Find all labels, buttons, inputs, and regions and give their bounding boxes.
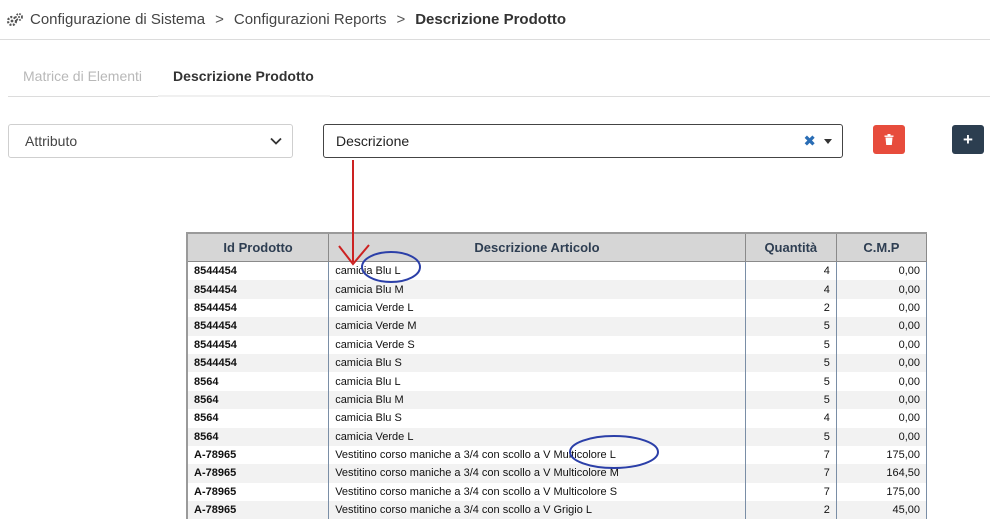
table-row: 8544454 camicia Blu S 5 0,00 — [187, 353, 928, 373]
cell-cmp: 0,00 — [836, 353, 928, 373]
table-header-row: Id Prodotto Descrizione Articolo Quantit… — [187, 232, 928, 262]
cell-id: 8544454 — [187, 298, 330, 318]
table-row: 8564 camicia Verde L 5 0,00 — [187, 427, 928, 446]
cell-cmp: 175,00 — [836, 445, 928, 465]
attribute-select[interactable]: Attributo — [8, 124, 293, 158]
cell-cmp: 0,00 — [836, 298, 928, 318]
cell-quantity: 5 — [745, 335, 837, 354]
cell-id: A-78965 — [187, 501, 330, 520]
clear-icon[interactable]: ✖ — [803, 132, 816, 150]
cell-quantity: 7 — [745, 445, 837, 465]
cell-id: 8544454 — [187, 317, 330, 336]
table-row: 8564 camicia Blu L 5 0,00 — [187, 372, 928, 391]
table-row: 8544454 camicia Blu L 4 0,00 — [187, 261, 928, 281]
cell-description: camicia Blu M — [328, 390, 746, 410]
breadcrumb-current: Descrizione Prodotto — [415, 11, 567, 28]
cell-quantity: 5 — [745, 353, 837, 373]
cell-cmp: 0,00 — [836, 427, 928, 446]
description-select-value: Descrizione — [336, 133, 410, 149]
gears-icon — [6, 12, 23, 26]
breadcrumb-item-system-config[interactable]: Configurazione di Sistema — [30, 11, 205, 28]
cell-description: Vestitino corso maniche a 3/4 con scollo… — [328, 501, 746, 520]
tab-matrice-elementi[interactable]: Matrice di Elementi — [8, 56, 158, 97]
cell-cmp: 0,00 — [836, 390, 928, 410]
cell-id: 8564 — [187, 409, 330, 428]
trash-icon — [884, 134, 894, 145]
header-cmp: C.M.P — [836, 232, 928, 262]
delete-button[interactable] — [873, 125, 905, 154]
cell-cmp: 45,00 — [836, 501, 928, 520]
cell-cmp: 0,00 — [836, 335, 928, 354]
cell-cmp: 0,00 — [836, 409, 928, 428]
cell-quantity: 7 — [745, 464, 837, 483]
table-row: 8544454 camicia Verde S 5 0,00 — [187, 335, 928, 354]
report-table: Id Prodotto Descrizione Articolo Quantit… — [186, 232, 928, 520]
cell-cmp: 0,00 — [836, 372, 928, 391]
cell-quantity: 5 — [745, 372, 837, 391]
table-row: A-78965 Vestitino corso maniche a 3/4 co… — [187, 501, 928, 520]
cell-cmp: 0,00 — [836, 261, 928, 281]
table-row: 8544454 camicia Verde L 2 0,00 — [187, 298, 928, 318]
table-row: 8544454 camicia Verde M 5 0,00 — [187, 317, 928, 336]
breadcrumb-item-reports-config[interactable]: Configurazioni Reports — [234, 11, 387, 28]
cell-quantity: 7 — [745, 482, 837, 502]
description-select[interactable]: Descrizione ✖ — [323, 124, 843, 158]
cell-description: camicia Blu M — [328, 280, 746, 299]
cell-description: camicia Verde L — [328, 427, 746, 446]
cell-description: camicia Blu S — [328, 409, 746, 428]
cell-quantity: 4 — [745, 261, 837, 281]
cell-cmp: 0,00 — [836, 280, 928, 299]
cell-id: 8544454 — [187, 261, 330, 281]
plus-icon: + — [963, 129, 973, 149]
cell-id: 8544454 — [187, 353, 330, 373]
chevron-down-icon — [270, 137, 282, 145]
cell-description: camicia Verde L — [328, 298, 746, 318]
cell-description: camicia Blu L — [328, 261, 746, 281]
table-row: A-78965 Vestitino corso maniche a 3/4 co… — [187, 445, 928, 465]
cell-quantity: 5 — [745, 427, 837, 446]
cell-id: 8564 — [187, 427, 330, 446]
table-row: A-78965 Vestitino corso maniche a 3/4 co… — [187, 482, 928, 502]
attribute-select-value: Attributo — [25, 133, 78, 149]
cell-id: 8544454 — [187, 280, 330, 299]
cell-quantity: 5 — [745, 390, 837, 410]
cell-description: camicia Blu S — [328, 353, 746, 373]
table-row: 8564 camicia Blu M 5 0,00 — [187, 390, 928, 410]
cell-description: Vestitino corso maniche a 3/4 con scollo… — [328, 445, 746, 465]
breadcrumb-separator: > — [396, 11, 406, 28]
header-quantita: Quantità — [745, 232, 837, 262]
cell-quantity: 5 — [745, 317, 837, 336]
cell-quantity: 2 — [745, 501, 837, 520]
cell-quantity: 4 — [745, 280, 837, 299]
table-row: A-78965 Vestitino corso maniche a 3/4 co… — [187, 464, 928, 483]
tab-descrizione-prodotto[interactable]: Descrizione Prodotto — [158, 56, 330, 97]
cell-description: Vestitino corso maniche a 3/4 con scollo… — [328, 464, 746, 483]
cell-description: Vestitino corso maniche a 3/4 con scollo… — [328, 482, 746, 502]
table-row: 8564 camicia Blu S 4 0,00 — [187, 409, 928, 428]
cell-cmp: 175,00 — [836, 482, 928, 502]
page: Configurazione di Sistema > Configurazio… — [0, 0, 990, 524]
cell-id: 8564 — [187, 390, 330, 410]
cell-cmp: 0,00 — [836, 317, 928, 336]
cell-cmp: 164,50 — [836, 464, 928, 483]
header-id-prodotto: Id Prodotto — [187, 232, 330, 262]
cell-description: camicia Verde S — [328, 335, 746, 354]
cell-quantity: 4 — [745, 409, 837, 428]
cell-id: A-78965 — [187, 464, 330, 483]
cell-id: 8544454 — [187, 335, 330, 354]
add-button[interactable]: + — [952, 125, 984, 154]
table-row: 8544454 camicia Blu M 4 0,00 — [187, 280, 928, 299]
cell-description: camicia Blu L — [328, 372, 746, 391]
cell-id: A-78965 — [187, 482, 330, 502]
breadcrumb: Configurazione di Sistema > Configurazio… — [0, 0, 990, 40]
header-descrizione-articolo: Descrizione Articolo — [328, 232, 746, 262]
cell-id: 8564 — [187, 372, 330, 391]
select-actions: ✖ — [803, 132, 832, 150]
cell-id: A-78965 — [187, 445, 330, 465]
cell-quantity: 2 — [745, 298, 837, 318]
breadcrumb-separator: > — [215, 11, 224, 28]
cell-description: camicia Verde M — [328, 317, 746, 336]
tab-bar: Matrice di Elementi Descrizione Prodotto — [8, 56, 990, 97]
caret-down-icon[interactable] — [824, 138, 832, 144]
